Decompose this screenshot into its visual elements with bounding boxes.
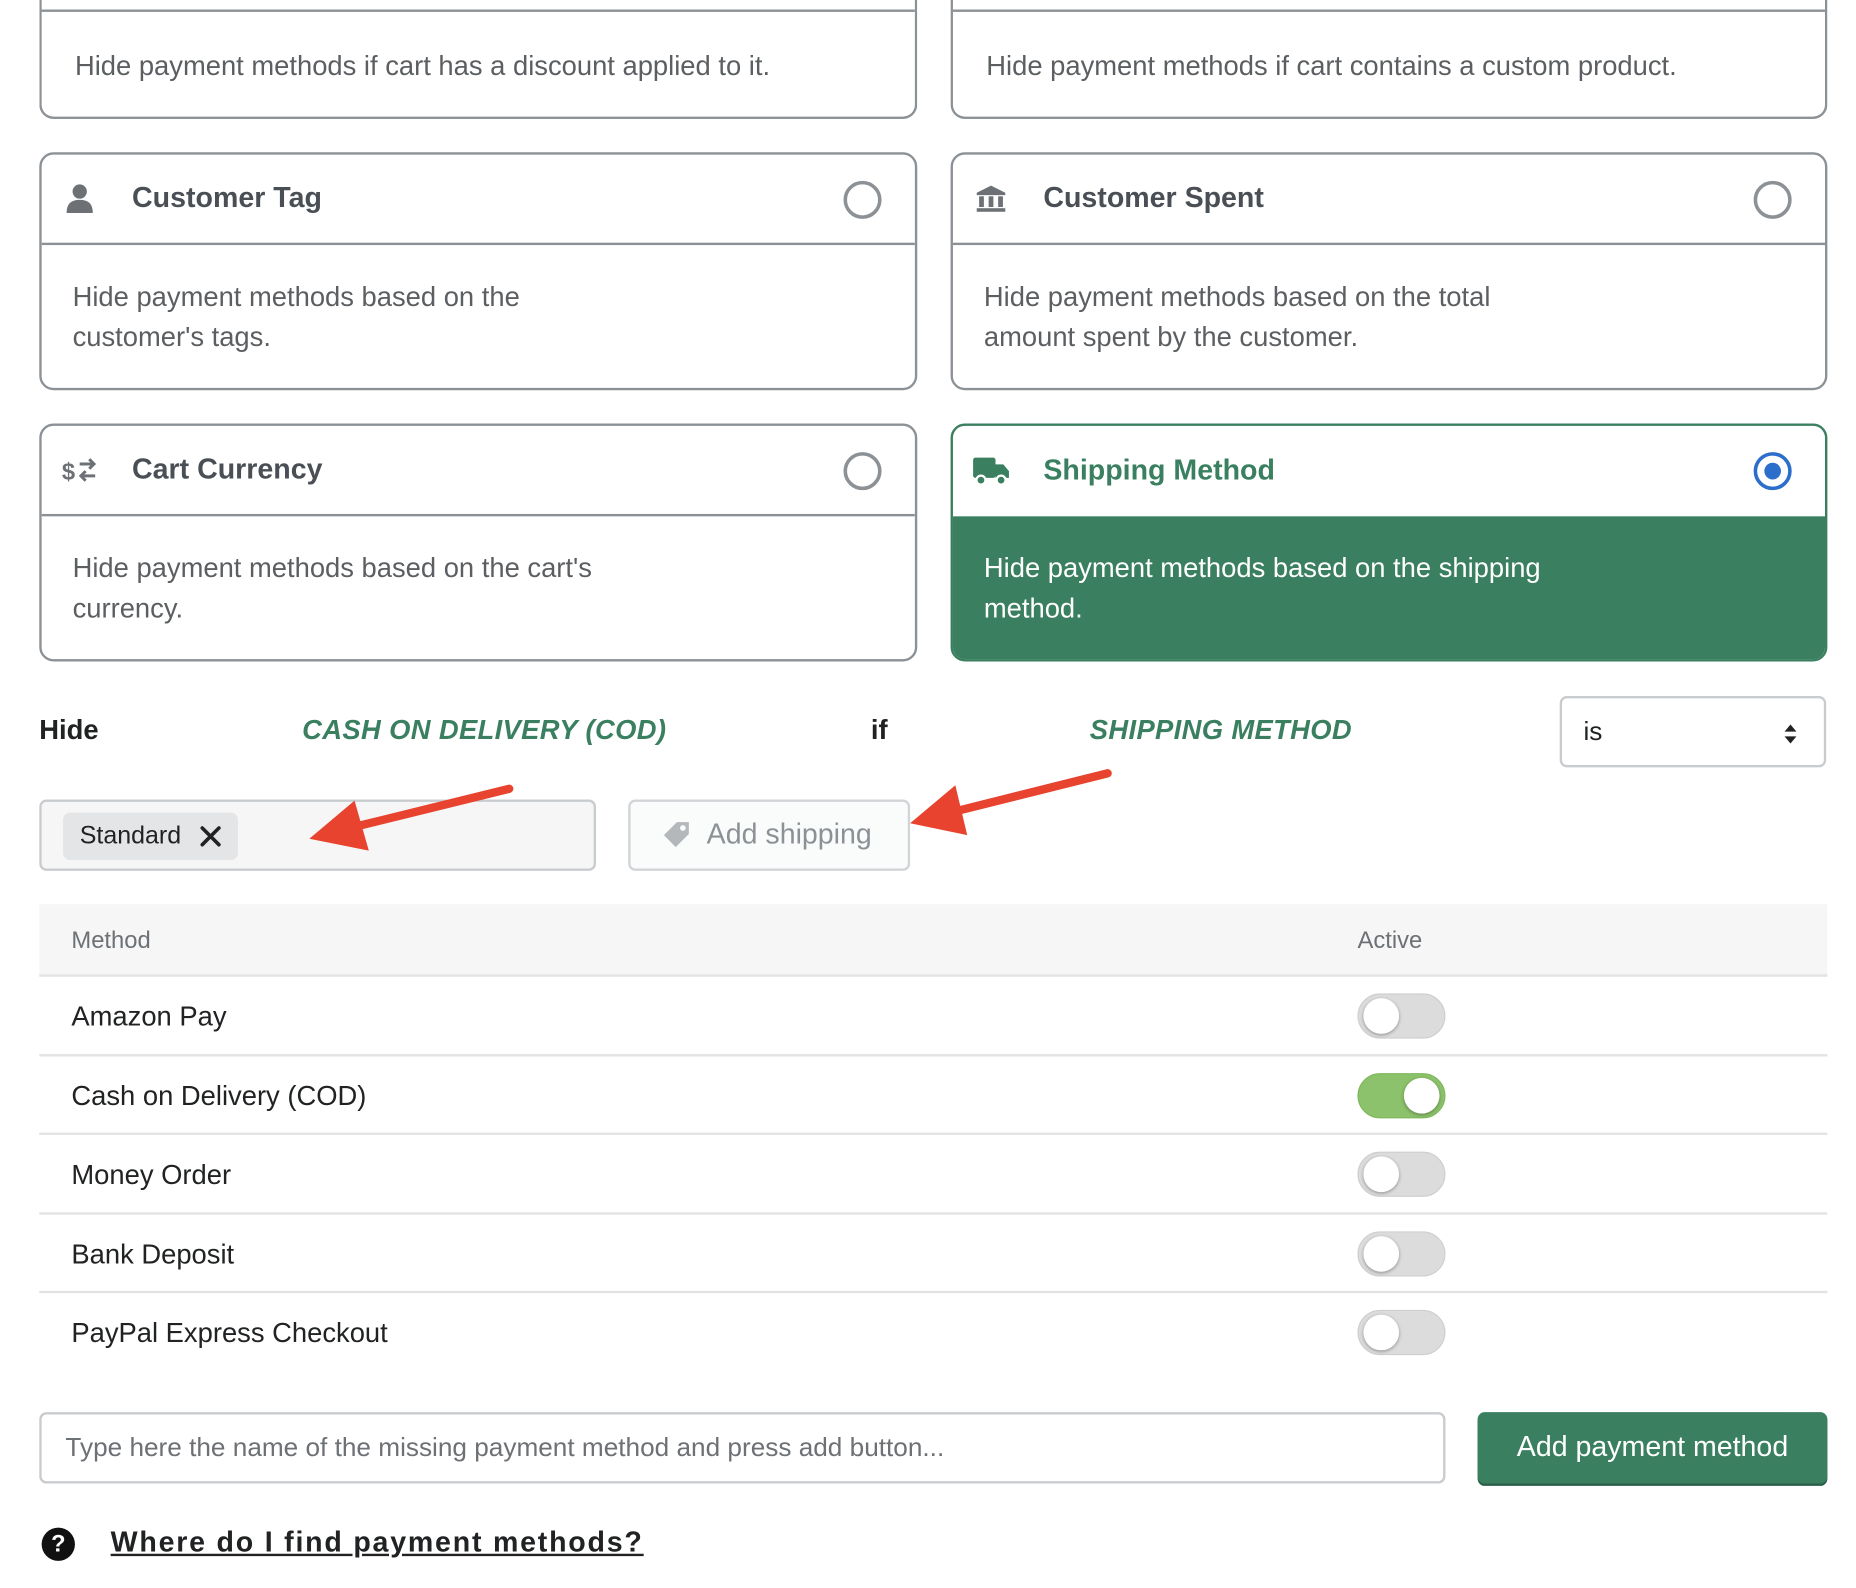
custom-product-card[interactable]: Hide payment methods if cart contains a …: [950, 0, 1828, 119]
bank-icon: [972, 180, 1010, 218]
card-radio[interactable]: [1753, 180, 1792, 219]
card-header: Customer Spent: [952, 155, 1825, 246]
card-header: $ Cart Currency: [41, 426, 915, 517]
table-row: Bank Deposit: [39, 1214, 1828, 1294]
if-label: if: [870, 713, 888, 745]
table-body: Amazon Pay Cash on Delivery (COD) Money Or…: [39, 977, 1828, 1373]
card-radio[interactable]: [843, 180, 882, 219]
add-shipping-button[interactable]: Add shipping: [628, 799, 911, 871]
card-header: Customer Tag: [41, 155, 915, 246]
card-description: Hide payment methods based on the shippi…: [952, 516, 1825, 660]
active-column-header: Active: [1357, 927, 1423, 955]
truck-icon: [972, 452, 1010, 490]
toggle-knob: [1363, 1314, 1400, 1351]
payment-method-name: Amazon Pay: [71, 1000, 227, 1032]
active-toggle[interactable]: [1357, 1151, 1446, 1197]
table-row: Amazon Pay: [39, 977, 1828, 1056]
currency-exchange-icon: $: [61, 451, 99, 489]
card-title: Customer Tag: [132, 182, 322, 215]
svg-text:$: $: [62, 458, 75, 485]
table-header: Method Active: [39, 904, 1828, 977]
customer-spent-card[interactable]: Customer Spent Hide payment methods base…: [950, 152, 1828, 391]
payment-method-name: Bank Deposit: [71, 1237, 235, 1269]
card-divider: [952, 9, 1825, 12]
payment-method-name: Cash on Delivery (COD): [71, 1079, 367, 1111]
payment-method-label: CASH ON DELIVERY (COD): [302, 713, 667, 745]
annotation-arrow: [910, 769, 1112, 836]
toggle-knob: [1363, 998, 1400, 1034]
operator-value: is: [1583, 716, 1603, 746]
card-title: Shipping Method: [1043, 454, 1275, 487]
toggle-knob: [1363, 1156, 1400, 1193]
active-toggle[interactable]: [1357, 1309, 1446, 1356]
card-radio-selected[interactable]: [1753, 452, 1792, 491]
tag-icon: [663, 822, 689, 848]
cart-currency-card[interactable]: $ Cart Currency Hide payment methods bas…: [39, 423, 918, 662]
card-title: Cart Currency: [132, 453, 323, 486]
active-toggle[interactable]: [1357, 1230, 1446, 1276]
payment-method-name: Money Order: [71, 1158, 232, 1190]
add-payment-method-button[interactable]: Add payment method: [1477, 1412, 1828, 1484]
annotation-arrow: [309, 784, 514, 851]
question-icon: ?: [41, 1527, 75, 1561]
select-arrows-icon: [1784, 724, 1797, 744]
shipping-tag-label: Standard: [79, 822, 182, 850]
card-divider: [41, 9, 915, 12]
person-icon: [61, 180, 99, 218]
card-header: Shipping Method: [953, 426, 1825, 516]
card-description: Hide payment methods if cart contains a …: [986, 49, 1677, 81]
remove-tag-icon[interactable]: [198, 823, 224, 849]
card-description: Hide payment methods if cart has a disco…: [74, 49, 771, 81]
customer-tag-card[interactable]: Customer Tag Hide payment methods based …: [39, 152, 918, 391]
table-row: PayPal Express Checkout: [39, 1293, 1827, 1372]
card-description: Hide payment methods based on the custom…: [72, 280, 520, 353]
add-shipping-label: Add shipping: [706, 818, 872, 851]
toggle-knob: [1363, 1235, 1400, 1272]
toggle-knob: [1403, 1077, 1440, 1113]
page: Hide payment methods if cart has a disco…: [0, 0, 1856, 1588]
operator-select[interactable]: is: [1559, 695, 1827, 768]
payment-method-name: PayPal Express Checkout: [71, 1316, 388, 1348]
table-row: Cash on Delivery (COD): [39, 1056, 1828, 1135]
hide-label: Hide: [39, 713, 99, 745]
discount-card[interactable]: Hide payment methods if cart has a disco…: [39, 0, 918, 119]
card-radio[interactable]: [843, 452, 882, 491]
help-link[interactable]: Where do I find payment methods?: [111, 1526, 644, 1559]
method-column-header: Method: [71, 927, 151, 955]
active-toggle[interactable]: [1357, 1072, 1446, 1118]
shipping-tag: Standard: [63, 812, 239, 861]
card-title: Customer Spent: [1043, 182, 1264, 215]
condition-type-label: SHIPPING METHOD: [1089, 713, 1353, 745]
table-row: Money Order: [39, 1135, 1828, 1215]
shipping-method-card[interactable]: Shipping Method Hide payment methods bas…: [950, 423, 1828, 662]
card-description: Hide payment methods based on the total …: [983, 280, 1491, 353]
payment-methods-table: Method Active Amazon Pay Cash on Delivery…: [39, 904, 1828, 1373]
card-description: Hide payment methods based on the cart's…: [72, 552, 592, 624]
active-toggle[interactable]: [1357, 993, 1446, 1039]
new-payment-method-input[interactable]: [39, 1412, 1446, 1484]
